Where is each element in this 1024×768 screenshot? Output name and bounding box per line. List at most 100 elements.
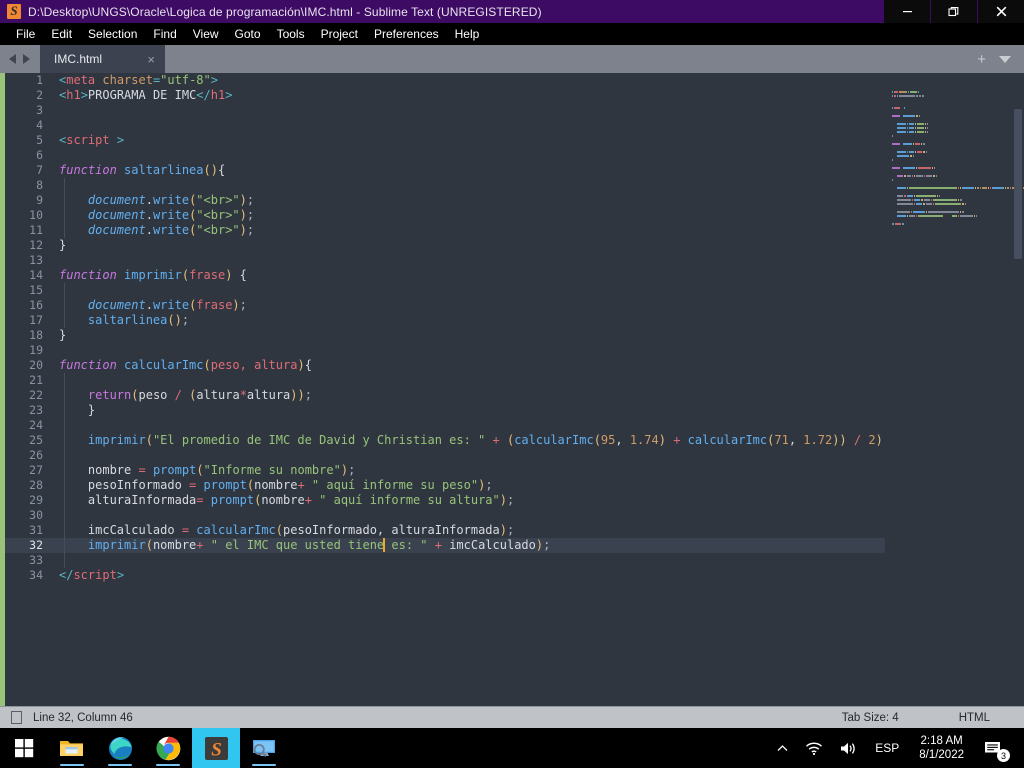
menu-help[interactable]: Help: [447, 23, 488, 45]
menu-project[interactable]: Project: [313, 23, 366, 45]
code-line[interactable]: 12}: [5, 238, 885, 253]
menu-view[interactable]: View: [185, 23, 227, 45]
code-line[interactable]: 29 alturaInformada= prompt(nombre+ " aqu…: [5, 493, 885, 508]
code-line[interactable]: 24: [5, 418, 885, 433]
show-desktop-button[interactable]: [1013, 728, 1020, 768]
code-token: 95: [600, 433, 616, 447]
code-line[interactable]: 25 imprimir("El promedio de IMC de David…: [5, 433, 885, 448]
minimap-scrollbar[interactable]: [1014, 109, 1022, 259]
minimap-token: [932, 203, 935, 205]
code-line[interactable]: 14 function imprimir(frase) {: [5, 268, 885, 283]
code-token: }: [59, 328, 67, 342]
minimap[interactable]: [888, 73, 1024, 706]
windows-start-icon[interactable]: [0, 728, 48, 768]
minimap-token: [916, 175, 923, 177]
minimap-token: [926, 127, 928, 129]
code-line[interactable]: 6: [5, 148, 885, 163]
code-line[interactable]: 13: [5, 253, 885, 268]
minimize-button[interactable]: [884, 0, 930, 23]
code-line[interactable]: 18}: [5, 328, 885, 343]
code-line[interactable]: 21: [5, 373, 885, 388]
code-line[interactable]: 7 function saltarlinea(){: [5, 163, 885, 178]
minimap-line: [892, 177, 1024, 189]
syntax-indicator[interactable]: HTML: [959, 712, 990, 724]
minimap-token: [892, 107, 894, 109]
minimap-token: [908, 187, 958, 189]
code-line[interactable]: 4: [5, 118, 885, 133]
code-line[interactable]: 8: [5, 178, 885, 193]
taskbar-remote-desktop[interactable]: [240, 728, 288, 768]
code-line[interactable]: 15: [5, 283, 885, 298]
wifi-icon[interactable]: [797, 728, 831, 768]
chevron-up-icon[interactable]: [768, 728, 797, 768]
close-icon[interactable]: ×: [147, 53, 155, 66]
code-line[interactable]: 10 document.write("<br>");: [5, 208, 885, 223]
code-line[interactable]: 20 function calcularImc(peso, altura){: [5, 358, 885, 373]
taskbar-google-chrome[interactable]: [144, 728, 192, 768]
title-bar: D:\Desktop\UNGS\Oracle\Logica de program…: [0, 0, 1024, 23]
line-number: 22: [29, 388, 43, 402]
code-line[interactable]: 26: [5, 448, 885, 463]
minimap-token: [899, 95, 916, 97]
code-line[interactable]: 2 <h1>PROGRAMA DE IMC</h1>: [5, 88, 885, 103]
code-line[interactable]: 33: [5, 553, 885, 568]
code-line[interactable]: 5 <script >: [5, 133, 885, 148]
code-line[interactable]: 27 nombre = prompt("Informe su nombre");: [5, 463, 885, 478]
menu-selection[interactable]: Selection: [80, 23, 145, 45]
menu-tools[interactable]: Tools: [269, 23, 313, 45]
code-line[interactable]: 3: [5, 103, 885, 118]
minimap-token: [892, 159, 894, 161]
code-line[interactable]: 34 </script>: [5, 568, 885, 583]
code-line[interactable]: 23 }: [5, 403, 885, 418]
code-line[interactable]: 28 pesoInformado = prompt(nombre+ " aquí…: [5, 478, 885, 493]
code-token: document: [87, 208, 146, 222]
code-editor[interactable]: 1 <meta charset="utf-8"> 2 <h1>PROGRAMA DE …: [0, 73, 1024, 706]
code-token: ;: [507, 523, 515, 537]
minimap-token: [924, 123, 926, 125]
taskbar-microsoft-edge[interactable]: [96, 728, 144, 768]
menu-goto[interactable]: Goto: [227, 23, 269, 45]
code-line[interactable]: 16 document.write(frase);: [5, 298, 885, 313]
minimap-token: [917, 123, 924, 125]
menu-file[interactable]: File: [8, 23, 43, 45]
maximize-restore-button[interactable]: [931, 0, 977, 23]
code-token: nombre: [152, 538, 197, 552]
new-tab-button[interactable]: +: [977, 52, 986, 67]
code-line[interactable]: 32 imprimir(nombre+ " el IMC que usted t…: [5, 538, 885, 553]
language-indicator[interactable]: ESP: [865, 741, 909, 755]
code-line[interactable]: 19: [5, 343, 885, 358]
tab-size-indicator[interactable]: Tab Size: 4: [842, 712, 899, 724]
minimap-token: [892, 167, 901, 169]
minimap-token: [897, 215, 906, 217]
chevron-down-icon[interactable]: [999, 55, 1011, 63]
line-number: 28: [29, 478, 43, 492]
code-lines-container[interactable]: 1 <meta charset="utf-8"> 2 <h1>PROGRAMA DE …: [5, 73, 885, 706]
menu-edit[interactable]: Edit: [43, 23, 80, 45]
speaker-icon[interactable]: [831, 728, 865, 768]
code-token: .: [145, 223, 153, 237]
taskbar-sublime-text[interactable]: S: [192, 728, 240, 768]
menu-preferences[interactable]: Preferences: [366, 23, 447, 45]
tab-imc-html[interactable]: IMC.html ×: [40, 45, 165, 73]
taskbar-file-explorer[interactable]: [48, 728, 96, 768]
minimap-token: [924, 131, 926, 133]
code-line[interactable]: 9 document.write("<br>");: [5, 193, 885, 208]
close-button[interactable]: [978, 0, 1024, 23]
code-token: ;: [507, 493, 515, 507]
clock[interactable]: 2:18 AM 8/1/2022: [909, 734, 974, 762]
code-text: function imprimir(frase) {: [43, 268, 247, 283]
notification-icon[interactable]: 3: [974, 728, 1013, 768]
minimap-token: [902, 223, 904, 225]
menu-find[interactable]: Find: [145, 23, 184, 45]
minimap-gap: [892, 199, 896, 201]
arrow-right-icon[interactable]: [23, 54, 30, 64]
arrow-left-icon[interactable]: [9, 54, 16, 64]
code-line[interactable]: 31 imcCalculado = calcularImc(pesoInform…: [5, 523, 885, 538]
minimap-gap: [892, 151, 896, 153]
code-line[interactable]: 30: [5, 508, 885, 523]
code-line[interactable]: 22 return(peso / (altura*altura));: [5, 388, 885, 403]
code-line[interactable]: 17 saltarlinea();: [5, 313, 885, 328]
code-token: +: [297, 478, 312, 492]
code-line[interactable]: 1 <meta charset="utf-8">: [5, 73, 885, 88]
code-line[interactable]: 11 document.write("<br>");: [5, 223, 885, 238]
